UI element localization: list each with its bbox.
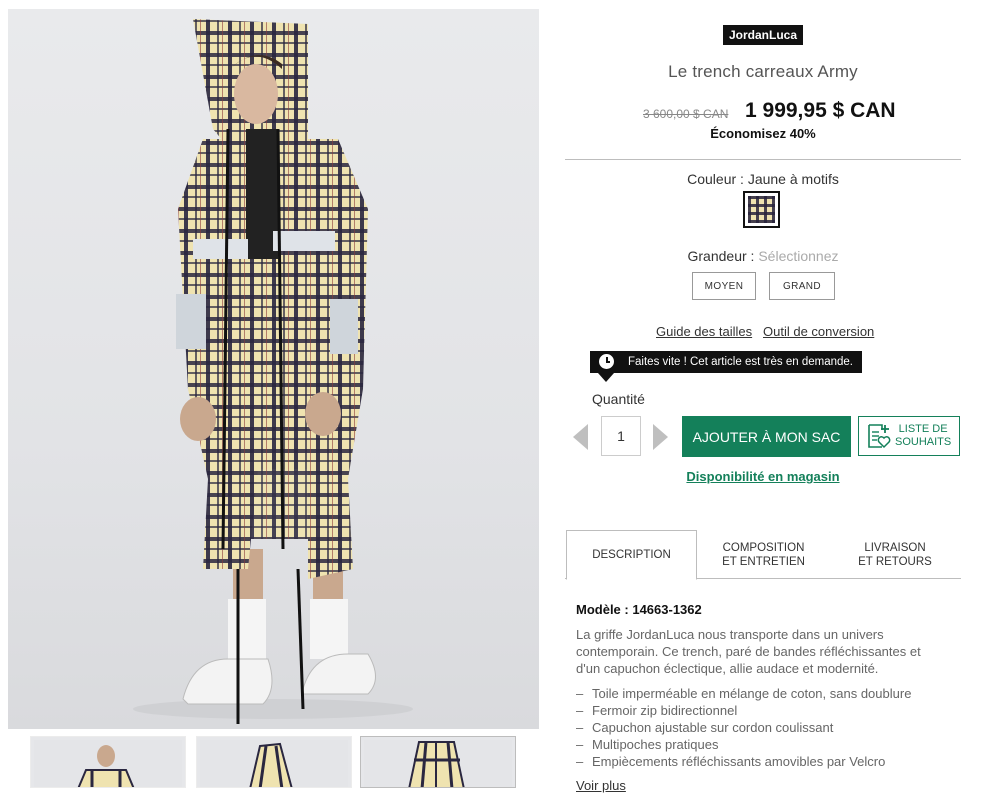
alert-pointer [598, 373, 614, 382]
thumbnail-back-illustration [408, 741, 465, 787]
model-in-trench-illustration [133, 19, 413, 724]
clock-icon [599, 354, 614, 369]
tab-shipping-returns[interactable]: LIVRAISON ET RETOURS [835, 530, 955, 579]
see-more-link[interactable]: Voir plus [576, 778, 626, 793]
tab-shipping-line1: LIVRAISON [864, 541, 926, 554]
wishlist-label-line2: SOUHAITS [895, 436, 952, 448]
feature-item: Fermoir zip bidirectionnel [576, 702, 956, 719]
wishlist-label: LISTE DE SOUHAITS [895, 423, 951, 449]
product-main-image[interactable] [8, 9, 539, 729]
tab-composition-line2: ET ENTRETIEN [722, 555, 805, 568]
thumbnail-back[interactable] [360, 736, 516, 788]
quantity-label: Quantité [592, 391, 645, 407]
quantity-increase-arrow-icon[interactable] [653, 424, 668, 450]
conversion-tool-link[interactable]: Outil de conversion [763, 324, 874, 339]
size-placeholder: Sélectionnez [758, 248, 839, 264]
feature-list: Toile imperméable en mélange de coton, s… [576, 685, 956, 770]
quantity-input[interactable] [601, 416, 641, 456]
feature-item: Empiècements réfléchissants amovibles pa… [576, 753, 956, 770]
product-description: La griffe JordanLuca nous transporte dan… [576, 627, 921, 676]
sale-price: 1 999,95 $ CAN [745, 99, 896, 122]
savings-text: Économisez 40% [710, 126, 816, 141]
wishlist-add-icon [868, 424, 891, 449]
size-label: Grandeur : Sélectionnez [565, 248, 961, 264]
feature-item: Multipoches pratiques [576, 736, 956, 753]
product-title: Le trench carreaux Army [668, 62, 858, 81]
thumbnail-side[interactable] [196, 736, 352, 788]
original-price: 3 600,00 $ CAN [643, 107, 729, 121]
brand-badge[interactable]: JordanLuca [723, 25, 803, 45]
alert-message: Faites vite ! Cet article est très en de… [628, 356, 853, 368]
add-to-bag-button[interactable]: AJOUTER À MON SAC [682, 416, 851, 457]
color-swatch-yellow-plaid[interactable] [743, 191, 780, 228]
tab-composition-line1: COMPOSITION [722, 541, 805, 554]
tab-description-label: DESCRIPTION [592, 549, 671, 561]
quantity-decrease-arrow-icon[interactable] [573, 424, 588, 450]
add-to-wishlist-button[interactable]: LISTE DE SOUHAITS [858, 416, 960, 456]
thumbnail-front-illustration [77, 745, 135, 787]
swatch-pattern [748, 196, 775, 223]
price-row: 3 600,00 $ CAN 1 999,95 $ CAN [565, 98, 961, 126]
thumbnail-front[interactable] [30, 736, 186, 788]
size-links: Guide des tailles Outil de conversion [565, 324, 961, 342]
store-availability-link[interactable]: Disponibilité en magasin [565, 469, 961, 484]
product-info-tabs: DESCRIPTION COMPOSITION ET ENTRETIEN LIV… [565, 530, 961, 580]
tab-composition-care[interactable]: COMPOSITION ET ENTRETIEN [705, 530, 822, 579]
wishlist-label-line1: LISTE DE [898, 423, 948, 435]
feature-item: Capuchon ajustable sur cordon coulissant [576, 719, 956, 736]
size-option-large[interactable]: GRAND [769, 272, 835, 300]
thumbnail-side-illustration [249, 742, 293, 787]
high-demand-alert: Faites vite ! Cet article est très en de… [590, 351, 862, 382]
tab-description[interactable]: DESCRIPTION [566, 530, 697, 580]
tab-shipping-line2: ET RETOURS [858, 555, 932, 568]
size-option-medium[interactable]: MOYEN [692, 272, 756, 300]
feature-item: Toile imperméable en mélange de coton, s… [576, 685, 956, 702]
divider [565, 159, 961, 160]
size-guide-link[interactable]: Guide des tailles [656, 324, 752, 339]
size-label-text: Grandeur : [687, 248, 759, 264]
model-number: Modèle : 14663-1362 [576, 602, 702, 617]
color-label: Couleur : Jaune à motifs [687, 171, 839, 187]
